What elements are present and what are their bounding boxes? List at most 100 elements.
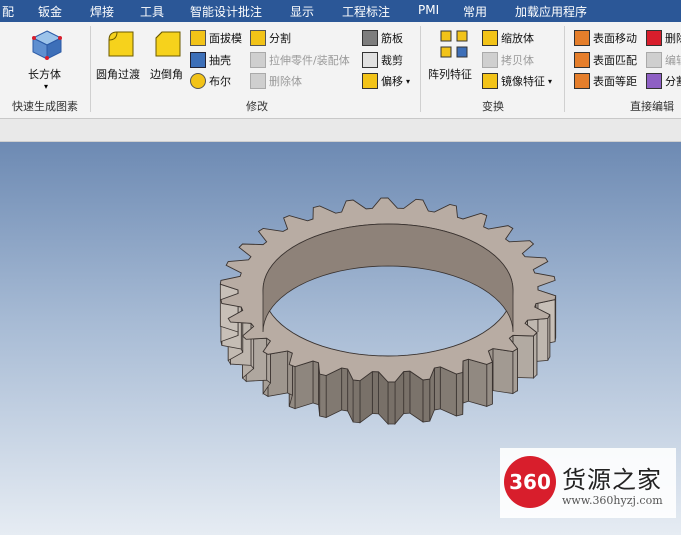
- gear-tooth-face: [387, 381, 396, 425]
- menu-item[interactable]: 工程标注: [342, 3, 390, 20]
- delete-face-icon: [646, 30, 662, 46]
- edit-face-label: 编辑: [665, 54, 681, 67]
- gear-tooth-face: [455, 371, 464, 417]
- boolean-icon: [190, 73, 206, 89]
- edit-face-button[interactable]: 编辑: [646, 52, 681, 68]
- rib-button[interactable]: 筋板: [362, 30, 403, 46]
- group-label-direct: 直接编辑: [630, 100, 674, 113]
- gear-tooth-face: [462, 358, 469, 404]
- watermark: 360 货源之家 www.360hyzj.com: [500, 448, 676, 518]
- gear-tooth-face: [439, 366, 457, 417]
- split-face-label: 分割: [665, 75, 681, 88]
- group-label-transform: 变换: [482, 100, 504, 113]
- delete-face-label: 删除: [665, 32, 681, 45]
- boolean-label: 布尔: [209, 75, 231, 88]
- array-button[interactable]: 阵列特征: [428, 28, 480, 92]
- boolean-button[interactable]: 布尔: [190, 73, 231, 89]
- group-label-modify: 修改: [246, 100, 268, 113]
- array-icon: [440, 30, 468, 58]
- split-face-button[interactable]: 分割: [646, 73, 681, 89]
- split-button[interactable]: 分割: [250, 30, 291, 46]
- group-separator: [420, 26, 421, 112]
- edit-face-icon: [646, 52, 662, 68]
- shell-button[interactable]: 抽壳: [190, 52, 231, 68]
- gear-tooth-face: [433, 366, 441, 411]
- menu-item[interactable]: 显示: [290, 3, 314, 20]
- face-move-button[interactable]: 表面移动: [574, 30, 637, 46]
- menu-item[interactable]: 智能设计批注: [190, 3, 262, 20]
- gear-tooth-face: [512, 347, 518, 395]
- menu-item[interactable]: PMI: [418, 3, 439, 17]
- delete-body-button[interactable]: 删除体: [250, 73, 302, 89]
- watermark-logo: 360: [504, 456, 556, 508]
- delete-face-button[interactable]: 删除: [646, 30, 681, 46]
- copy-body-label: 拷贝体: [501, 54, 534, 67]
- menu-item[interactable]: 钣金: [38, 3, 62, 20]
- offset-icon: [362, 73, 378, 89]
- dropdown-arrow-icon: ▾: [548, 76, 553, 86]
- ribbon: 长方体 ▾ 快速生成图素 圆角过渡 边倒角 面拔模 抽壳 布尔 分割 拉伸零件/…: [0, 22, 681, 119]
- mirror-button[interactable]: 镜像特征 ▾: [482, 73, 552, 89]
- menu-item[interactable]: 配: [2, 3, 14, 20]
- draft-button[interactable]: 面拔模: [190, 30, 242, 46]
- face-match-button[interactable]: 表面匹配: [574, 52, 637, 68]
- scale-label: 缩放体: [501, 32, 534, 45]
- face-move-icon: [574, 30, 590, 46]
- fillet-icon: [108, 31, 134, 57]
- rib-label: 筋板: [381, 32, 403, 45]
- copy-icon: [482, 52, 498, 68]
- stretch-part-label: 拉伸零件/装配体: [269, 54, 350, 67]
- trim-button[interactable]: 裁剪: [362, 52, 403, 68]
- mirror-icon: [482, 73, 498, 89]
- gear-tooth-face: [341, 367, 349, 412]
- gear-tooth-face: [533, 331, 538, 379]
- box-icon: [31, 30, 63, 60]
- split-label: 分割: [269, 32, 291, 45]
- menu-item[interactable]: 焊接: [90, 3, 114, 20]
- gear-tooth-face: [422, 378, 431, 423]
- dropdown-arrow-icon: ▾: [406, 76, 411, 86]
- delete-body-label: 删除体: [269, 75, 302, 88]
- gear-tooth-face: [371, 371, 379, 415]
- group-label-quick: 快速生成图素: [12, 100, 78, 113]
- gear-tooth-face: [492, 348, 514, 395]
- face-equal-button[interactable]: 表面等距: [574, 73, 637, 89]
- trim-label: 裁剪: [381, 54, 403, 67]
- menu-item[interactable]: 常用: [463, 3, 487, 20]
- gear-tooth-face: [325, 367, 343, 419]
- draft-icon: [190, 30, 206, 46]
- face-equal-icon: [574, 73, 590, 89]
- shell-icon: [190, 52, 206, 68]
- gear-tooth-face: [312, 360, 319, 406]
- copy-body-button[interactable]: 拷贝体: [482, 52, 534, 68]
- gear-tooth-face: [403, 370, 411, 414]
- menu-item[interactable]: 工具: [140, 3, 164, 20]
- face-match-label: 表面匹配: [593, 54, 637, 67]
- chamfer-label: 边倒角: [150, 68, 183, 81]
- offset-button[interactable]: 偏移 ▾: [362, 73, 410, 89]
- tab-strip: [0, 119, 681, 142]
- gear-tooth-face: [294, 360, 314, 410]
- delete-body-icon: [250, 73, 266, 89]
- scissors-icon: [362, 52, 378, 68]
- menu-bar: 配 钣金 焊接 工具 智能设计批注 显示 工程标注 PMI 常用 加载应用程序: [0, 0, 681, 22]
- chamfer-button[interactable]: 边倒角: [148, 28, 188, 92]
- rib-icon: [362, 30, 378, 46]
- gear-tooth-face: [486, 361, 493, 408]
- gear-tooth-face: [267, 350, 289, 397]
- menu-item[interactable]: 加载应用程序: [515, 3, 587, 20]
- scale-button[interactable]: 缩放体: [482, 30, 534, 46]
- face-match-icon: [574, 52, 590, 68]
- fillet-label: 圆角过渡: [96, 68, 140, 81]
- box-label: 长方体: [28, 68, 61, 81]
- group-separator: [90, 26, 91, 112]
- box-button[interactable]: 长方体 ▾: [22, 28, 72, 92]
- split-face-icon: [646, 73, 662, 89]
- shell-label: 抽壳: [209, 54, 231, 67]
- gear-tooth-face: [467, 358, 488, 407]
- watermark-title: 货源之家: [562, 466, 662, 494]
- watermark-url: www.360hyzj.com: [562, 494, 663, 507]
- fillet-button[interactable]: 圆角过渡: [96, 28, 146, 92]
- stretch-part-button[interactable]: 拉伸零件/装配体: [250, 52, 350, 68]
- offset-label: 偏移: [381, 75, 403, 88]
